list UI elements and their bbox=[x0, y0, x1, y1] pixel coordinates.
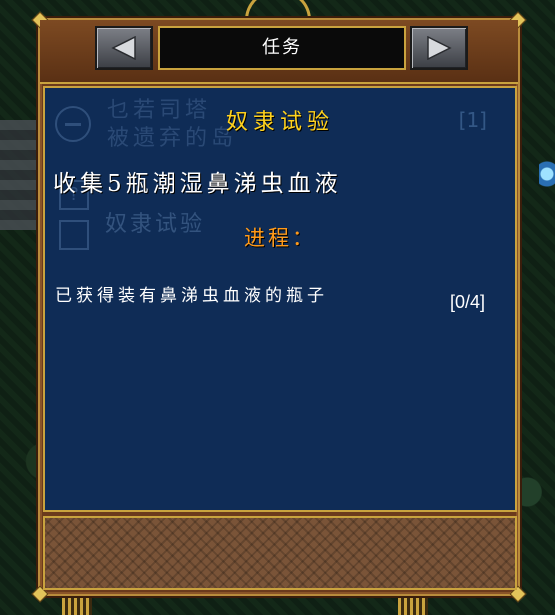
stone-wall-decoration bbox=[0, 120, 40, 230]
quest-detail-panel: 乜若司塔 被遗弃的岛 [1] ? 奴隶试验 奴隶试验 收集5瓶潮湿鼻涕虫血液 进… bbox=[43, 86, 517, 512]
progress-count: [0/4] bbox=[449, 292, 485, 312]
quest-window: 任务 乜若司塔 被遗弃的岛 [1] ? 奴隶试验 奴隶试验 收集5瓶潮湿鼻涕虫血… bbox=[31, 11, 527, 603]
progress-row: 已获得装有鼻涕虫血液的瓶子 [0/4] bbox=[55, 284, 495, 312]
window-title: 任务 bbox=[158, 26, 406, 70]
triangle-left-icon bbox=[111, 36, 136, 60]
previous-quest-button[interactable] bbox=[95, 26, 153, 70]
quest-objective: 收集5瓶潮湿鼻涕虫血液 bbox=[53, 171, 342, 197]
window-titlebar: 任务 bbox=[40, 20, 518, 84]
next-quest-button[interactable] bbox=[410, 26, 468, 70]
gold-ornament-decoration bbox=[62, 595, 92, 615]
triangle-right-icon bbox=[427, 36, 452, 60]
game-scene: 任务 乜若司塔 被遗弃的岛 [1] ? 奴隶试验 奴隶试验 收集5瓶潮湿鼻涕虫血… bbox=[0, 0, 555, 615]
quest-name: 奴隶试验 bbox=[225, 110, 334, 135]
leather-bottom-panel bbox=[43, 516, 517, 590]
gold-ornament-decoration bbox=[398, 595, 428, 615]
progress-heading: 进程： bbox=[244, 226, 316, 250]
progress-item-text: 已获得装有鼻涕虫血液的瓶子 bbox=[55, 286, 328, 306]
blue-light-decoration bbox=[539, 150, 555, 210]
